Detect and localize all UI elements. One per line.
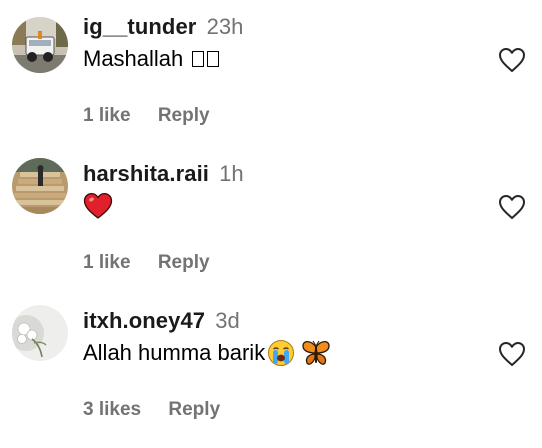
comment-item: ig__tunder 23h Mashallah 1 like Reply bbox=[0, 14, 542, 154]
reply-button[interactable]: Reply bbox=[158, 105, 210, 126]
avatar[interactable] bbox=[12, 17, 68, 73]
jeep-photo-avatar-icon bbox=[12, 17, 68, 73]
comment-actions: 1 like Reply bbox=[83, 104, 210, 128]
missing-glyph-icon bbox=[192, 51, 205, 67]
like-count[interactable]: 3 likes bbox=[83, 399, 141, 420]
comment-header: ig__tunder 23h bbox=[83, 14, 243, 40]
like-count[interactable]: 1 like bbox=[83, 252, 131, 273]
white-flowers-avatar-icon bbox=[12, 305, 68, 361]
comment-text bbox=[83, 192, 113, 220]
like-count[interactable]: 1 like bbox=[83, 105, 131, 126]
comment-username[interactable]: itxh.oney47 bbox=[83, 308, 205, 333]
comment-actions: 3 likes Reply bbox=[83, 398, 220, 422]
reply-button[interactable]: Reply bbox=[168, 399, 220, 420]
comment-timestamp[interactable]: 1h bbox=[219, 161, 243, 186]
reply-button[interactable]: Reply bbox=[158, 252, 210, 273]
comment-timestamp[interactable]: 3d bbox=[215, 308, 239, 333]
avatar[interactable] bbox=[12, 305, 68, 361]
missing-glyph-icon bbox=[207, 51, 220, 67]
crying-face-emoji-icon bbox=[268, 340, 295, 366]
comment-username[interactable]: ig__tunder bbox=[83, 14, 196, 39]
comment-username[interactable]: harshita.raii bbox=[83, 161, 209, 186]
avatar[interactable] bbox=[12, 158, 68, 214]
comment-text-content: Allah humma barik bbox=[83, 340, 266, 365]
heart-outline-icon[interactable] bbox=[498, 194, 526, 220]
staircase-photo-avatar-icon bbox=[12, 158, 68, 214]
comment-header: harshita.raii 1h bbox=[83, 161, 244, 187]
comment-text: Mashallah bbox=[83, 45, 220, 73]
comment-text: Allah humma barik bbox=[83, 339, 331, 367]
comment-item: itxh.oney47 3d Allah humma barik 3 likes… bbox=[0, 305, 542, 448]
comment-timestamp[interactable]: 23h bbox=[207, 14, 244, 39]
heart-outline-icon[interactable] bbox=[498, 341, 526, 367]
comment-item: harshita.raii 1h 1 like Reply bbox=[0, 158, 542, 301]
butterfly-emoji-icon bbox=[302, 340, 330, 365]
heart-outline-icon[interactable] bbox=[498, 47, 526, 73]
comment-text-content: Mashallah bbox=[83, 46, 184, 71]
comment-header: itxh.oney47 3d bbox=[83, 308, 240, 334]
red-heart-emoji-icon bbox=[83, 192, 113, 219]
comment-actions: 1 like Reply bbox=[83, 251, 210, 275]
